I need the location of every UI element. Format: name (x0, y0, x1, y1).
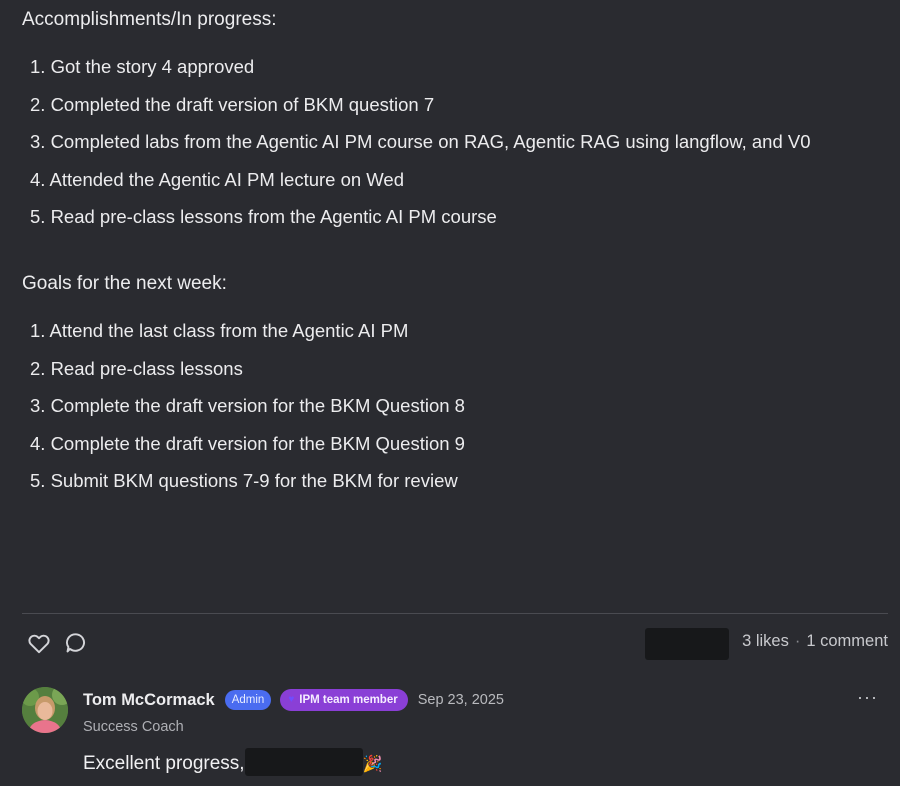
accomplishments-list: 1. Got the story 4 approved 2. Completed… (30, 55, 811, 243)
goals-heading: Goals for the next week: (22, 273, 227, 294)
goals-list: 1. Attend the last class from the Agenti… (30, 319, 465, 507)
post-container: Accomplishments/In progress: 1. Got the … (0, 0, 900, 786)
likes-count[interactable]: 3 likes (742, 632, 789, 650)
team-badge: ♥ IPM team member (280, 689, 408, 711)
more-options-button[interactable]: ··· (857, 687, 878, 708)
list-item: 1. Got the story 4 approved (30, 56, 255, 77)
avatar-image (22, 687, 68, 733)
separator: · (794, 632, 801, 650)
engagement-counts: 3 likes · 1 comment (742, 632, 888, 651)
avatar[interactable] (22, 687, 68, 733)
party-popper-icon: 🎉 (362, 756, 383, 774)
comment-date[interactable]: Sep 23, 2025 (418, 692, 504, 708)
list-item: 4. Complete the draft version for the BK… (30, 432, 465, 454)
comment-body: Excellent progress, (83, 753, 245, 775)
redacted-name (244, 748, 363, 776)
speech-bubble-icon (66, 633, 85, 653)
list-item: 5. Submit BKM questions 7-9 for the BKM … (30, 470, 458, 491)
author-role: Success Coach (83, 719, 184, 735)
comment-button[interactable] (63, 630, 89, 656)
list-item: 4. Attended the Agentic AI PM lecture on… (30, 168, 405, 190)
team-badge-label: IPM team member (299, 694, 398, 706)
heart-icon: ♥ (288, 694, 295, 705)
comments-count[interactable]: 1 comment (806, 632, 888, 650)
list-item: 3. Completed labs from the Agentic AI PM… (30, 131, 811, 152)
list-item: 3. Complete the draft version for the BK… (30, 395, 465, 416)
redacted-avatars (645, 628, 729, 660)
list-item: 2. Read pre-class lessons (30, 357, 243, 379)
comment-header: Tom McCormack Admin ♥ IPM team member Se… (83, 688, 504, 712)
admin-badge: Admin (224, 690, 272, 710)
divider (22, 613, 888, 614)
accomplishments-heading: Accomplishments/In progress: (22, 9, 277, 30)
like-button[interactable] (26, 630, 52, 656)
list-item: 2. Completed the draft version of BKM qu… (30, 93, 435, 115)
comment-text: Excellent progress, 🎉 (83, 748, 383, 778)
list-item: 1. Attend the last class from the Agenti… (30, 320, 409, 341)
heart-outline-icon (28, 634, 50, 654)
author-name[interactable]: Tom McCormack (83, 691, 215, 710)
list-item: 5. Read pre-class lessons from the Agent… (30, 206, 497, 227)
